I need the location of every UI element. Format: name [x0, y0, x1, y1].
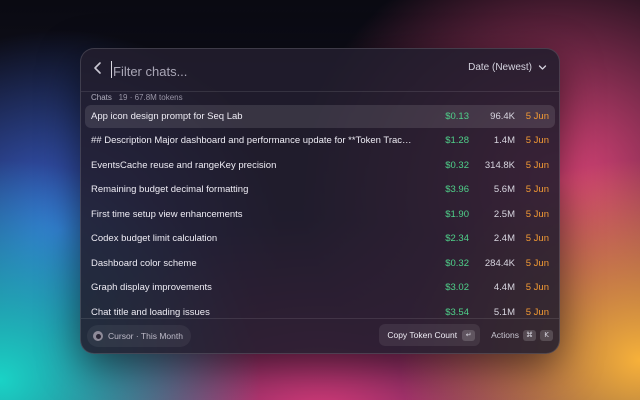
chat-date: 5 Jun — [525, 257, 549, 269]
list-item[interactable]: Codex budget limit calculation $2.34 2.4… — [85, 227, 555, 250]
list-item[interactable]: Dashboard color scheme $0.32 284.4K 5 Ju… — [85, 252, 555, 275]
k-key-icon: K — [540, 329, 553, 341]
section-header: Chats 19 · 67.8M tokens — [91, 93, 183, 102]
chat-title: ## Description Major dashboard and perfo… — [91, 135, 425, 147]
cursor-logo-icon — [93, 331, 103, 341]
chat-date: 5 Jun — [525, 184, 549, 196]
chat-cost: $2.34 — [445, 233, 469, 245]
actions-label: Actions — [491, 330, 519, 340]
copy-token-count-button[interactable]: Copy Token Count ↵ — [379, 324, 481, 346]
actions-button[interactable]: Actions ⌘ K — [485, 329, 553, 341]
chat-cost: $1.28 — [445, 135, 469, 147]
chat-title: EventsCache reuse and rangeKey precision — [91, 159, 277, 171]
chat-tokens: 2.4M — [493, 233, 515, 245]
chat-title: Graph display improvements — [91, 282, 212, 294]
chat-date: 5 Jun — [525, 111, 549, 122]
sort-label: Date (Newest) — [468, 62, 532, 73]
header-divider — [81, 91, 559, 92]
source-label: Cursor · This Month — [108, 331, 183, 341]
chat-tokens: 5.1M — [493, 306, 515, 318]
chat-title: First time setup view enhancements — [91, 208, 243, 220]
chat-date: 5 Jun — [525, 233, 549, 245]
list-item[interactable]: App icon design prompt for Seq Lab $0.13… — [85, 105, 555, 128]
chat-date: 5 Jun — [525, 159, 549, 171]
search-input[interactable] — [111, 60, 415, 82]
action-bar: Copy Token Count ↵ Actions ⌘ K — [379, 324, 553, 346]
source-selector[interactable]: Cursor · This Month — [87, 325, 191, 347]
chat-cost: $0.13 — [445, 111, 469, 122]
chat-cost: $3.96 — [445, 184, 469, 196]
chat-browser-window: Date (Newest) Chats 19 · 67.8M tokens Ap… — [80, 48, 560, 354]
chat-date: 5 Jun — [525, 282, 549, 294]
list-item[interactable]: Graph display improvements $3.02 4.4M 5 … — [85, 276, 555, 299]
header: Date (Newest) — [81, 49, 559, 91]
list-item[interactable]: ## Description Major dashboard and perfo… — [85, 129, 555, 152]
chat-title: Remaining budget decimal formatting — [91, 184, 249, 196]
list-item[interactable]: First time setup view enhancements $1.90… — [85, 203, 555, 226]
chevron-down-icon — [538, 65, 547, 70]
chat-tokens: 96.4K — [490, 111, 515, 122]
chat-tokens: 1.4M — [493, 135, 515, 147]
chat-title: Chat title and loading issues — [91, 306, 210, 318]
chat-date: 5 Jun — [525, 135, 549, 147]
chat-cost: $3.02 — [445, 282, 469, 294]
chat-cost: $1.90 — [445, 208, 469, 220]
chat-tokens: 284.4K — [484, 257, 515, 269]
chat-tokens: 2.5M — [493, 208, 515, 220]
chat-cost: $0.32 — [445, 257, 469, 269]
chat-date: 5 Jun — [525, 306, 549, 318]
section-title: Chats — [91, 93, 112, 102]
chat-title: App icon design prompt for Seq Lab — [91, 111, 243, 122]
text-cursor — [111, 61, 112, 78]
back-chevron-icon[interactable] — [91, 61, 105, 75]
chat-cost: $3.54 — [445, 306, 469, 318]
chat-title: Dashboard color scheme — [91, 257, 197, 269]
chat-list: App icon design prompt for Seq Lab $0.13… — [85, 105, 555, 325]
list-item[interactable]: EventsCache reuse and rangeKey precision… — [85, 154, 555, 177]
primary-action-label: Copy Token Count — [387, 330, 458, 340]
return-key-icon: ↵ — [462, 329, 476, 341]
section-summary: 19 · 67.8M tokens — [118, 93, 183, 102]
command-key-icon: ⌘ — [523, 329, 536, 341]
chat-cost: $0.32 — [445, 159, 469, 171]
chat-tokens: 5.6M — [493, 184, 515, 196]
footer-bar: Cursor · This Month Copy Token Count ↵ A… — [81, 318, 559, 353]
chat-date: 5 Jun — [525, 208, 549, 220]
sort-dropdown[interactable]: Date (Newest) — [468, 62, 547, 73]
chat-tokens: 314.8K — [484, 159, 515, 171]
chat-title: Codex budget limit calculation — [91, 233, 218, 245]
list-item[interactable]: Remaining budget decimal formatting $3.9… — [85, 178, 555, 201]
chat-tokens: 4.4M — [493, 282, 515, 294]
